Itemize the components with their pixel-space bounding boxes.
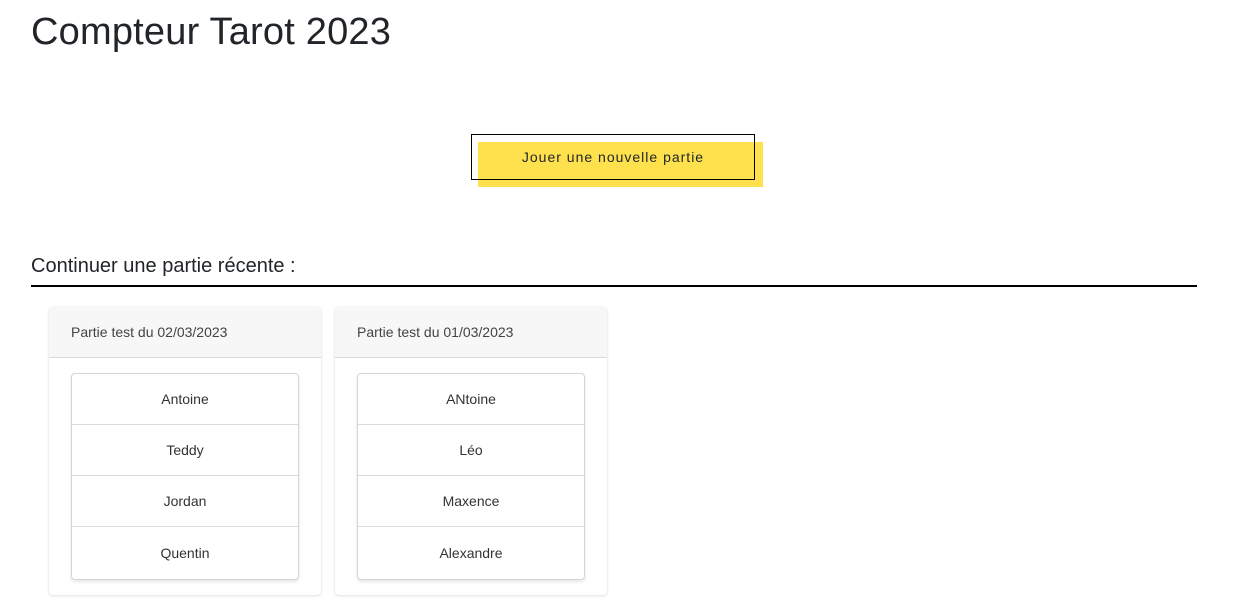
player-item: Jordan xyxy=(72,476,298,527)
player-item: ANtoine xyxy=(358,374,584,425)
player-list: ANtoine Léo Maxence Alexandre xyxy=(357,373,585,580)
player-item: Teddy xyxy=(72,425,298,476)
player-item: Maxence xyxy=(358,476,584,527)
game-card[interactable]: Partie test du 02/03/2023 Antoine Teddy … xyxy=(49,307,321,595)
player-item: Antoine xyxy=(72,374,298,425)
page-title: Compteur Tarot 2023 xyxy=(31,11,392,53)
page: Compteur Tarot 2023 Jouer une nouvelle p… xyxy=(0,0,1234,613)
game-card-title: Partie test du 02/03/2023 xyxy=(49,307,321,358)
recent-games-list: Partie test du 02/03/2023 Antoine Teddy … xyxy=(49,307,607,595)
recent-games-heading: Continuer une partie récente : xyxy=(31,255,296,277)
player-item: Léo xyxy=(358,425,584,476)
player-item: Quentin xyxy=(160,545,210,561)
new-game-button[interactable]: Jouer une nouvelle partie xyxy=(471,134,755,180)
player-list: Antoine Teddy Jordan Quentin xyxy=(71,373,299,580)
section-divider xyxy=(31,285,1197,287)
new-game-button-wrapper: Jouer une nouvelle partie xyxy=(471,134,763,187)
player-item: Alexandre xyxy=(439,545,503,561)
game-card-title: Partie test du 01/03/2023 xyxy=(335,307,607,358)
game-card[interactable]: Partie test du 01/03/2023 ANtoine Léo Ma… xyxy=(335,307,607,595)
